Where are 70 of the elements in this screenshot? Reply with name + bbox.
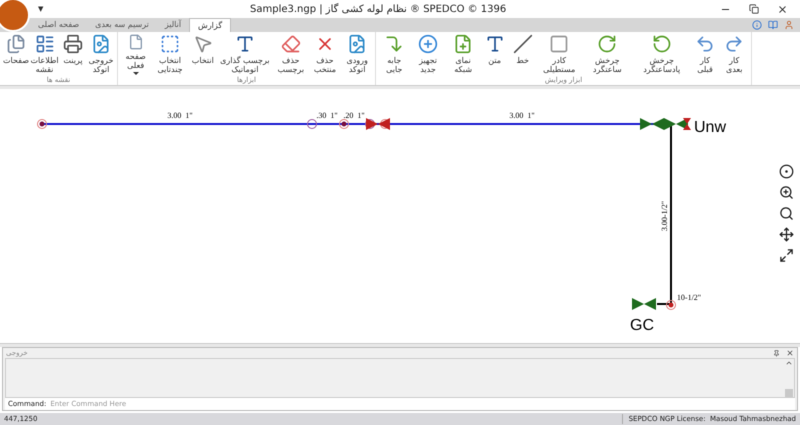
pipe-label: 3.00 1"	[167, 111, 193, 120]
ribbon-tab[interactable]: صفحه اصلی	[30, 18, 88, 32]
ribbon-button[interactable]: کار قبلی	[690, 32, 720, 75]
undo-icon	[695, 34, 715, 54]
arrow-icon	[384, 34, 404, 54]
ribbon-button[interactable]: صفحات	[2, 32, 30, 75]
text-icon	[484, 34, 505, 54]
pipe-label: 3.00 1"	[509, 111, 535, 120]
ribbon-tab[interactable]: گزارش	[189, 18, 232, 32]
ribbon-button[interactable]: چرخش پادساعتگرد	[632, 32, 691, 75]
pipe-label: 10-1/2"	[676, 293, 702, 302]
valve-icon	[366, 118, 390, 130]
list-icon	[34, 34, 54, 54]
ribbon-button[interactable]: صفحه فعلی	[120, 32, 152, 75]
zoom-window-icon[interactable]	[779, 185, 794, 200]
app-logo[interactable]	[0, 0, 30, 32]
pan-icon[interactable]	[779, 227, 794, 242]
ribbon-button[interactable]: متن	[480, 32, 509, 75]
restore-icon[interactable]	[749, 4, 759, 14]
text-icon	[234, 34, 255, 54]
redo-icon	[724, 34, 744, 54]
rectangle-icon	[549, 34, 570, 54]
scrollbar[interactable]	[784, 359, 794, 397]
zoom-extents-icon[interactable]	[779, 248, 794, 263]
eraser-icon	[280, 34, 301, 54]
ribbon-button[interactable]: حذف برچسب	[273, 32, 309, 75]
ribbon-button[interactable]: نمای شبکه	[446, 32, 481, 75]
scroll-up-icon[interactable]	[785, 359, 793, 367]
ribbon-button[interactable]: چرخش ساعتگرد	[582, 32, 633, 75]
pipe-label: 3.00-1/2"	[660, 200, 669, 232]
pipe-label: .20 1"	[343, 111, 365, 120]
ribbon-button[interactable]: اطلاعات نقشه	[30, 32, 59, 75]
file-icon	[91, 34, 111, 54]
help-icon[interactable]	[768, 20, 778, 30]
window-title: Sample3.ngp | نظام لوله کشی گاز ® SPEDCO © 1396	[250, 2, 506, 16]
pages-icon	[6, 34, 26, 54]
close-icon[interactable]	[777, 4, 788, 14]
ribbon-button[interactable]: حذف منتخب	[308, 32, 342, 75]
ribbon-button[interactable]: تجهیز جدید	[410, 32, 446, 75]
selection-icon	[160, 34, 180, 54]
ribbon-button[interactable]: کار بعدی	[719, 32, 750, 75]
ribbon-button[interactable]: برچسب گذاری اتوماتیک	[216, 32, 273, 75]
ribbon-button[interactable]: ورودی اتوکد	[341, 32, 374, 75]
add-icon	[418, 34, 438, 54]
ribbon-button[interactable]: پرینت	[59, 32, 87, 75]
ribbon-button[interactable]: جابه جایی	[378, 32, 410, 75]
rotate-ccw-icon	[652, 34, 672, 54]
ribbon-button[interactable]: انتخاب چندتایی	[151, 32, 189, 75]
ribbon-button[interactable]: انتخاب	[188, 32, 217, 75]
node-label: Unw	[694, 119, 726, 136]
rotate-cw-icon	[597, 34, 618, 54]
file-icon	[347, 34, 368, 54]
zoom-icon[interactable]	[779, 206, 794, 221]
ribbon-button[interactable]: خط	[508, 32, 537, 75]
valve-icon	[640, 118, 664, 130]
view-icon[interactable]	[779, 164, 794, 179]
ribbon-button[interactable]: کادر مستطیلی	[536, 32, 582, 75]
ribbon-button[interactable]: خروجی اتوکد	[87, 32, 115, 75]
close-icon[interactable]	[786, 349, 794, 357]
ribbon-tab[interactable]: ترسیم سه بعدی	[87, 18, 157, 32]
info-icon[interactable]	[752, 20, 762, 30]
printer-icon	[63, 34, 83, 54]
user-icon[interactable]	[784, 20, 794, 30]
node-label: GC	[630, 317, 654, 334]
line-icon	[512, 34, 533, 54]
pointer-icon	[192, 34, 213, 54]
pin-icon[interactable]	[773, 350, 780, 356]
pipe-label: .30 1"	[316, 111, 338, 120]
valve-icon	[632, 298, 656, 310]
ribbon-tab[interactable]: آنالیز	[156, 18, 190, 32]
